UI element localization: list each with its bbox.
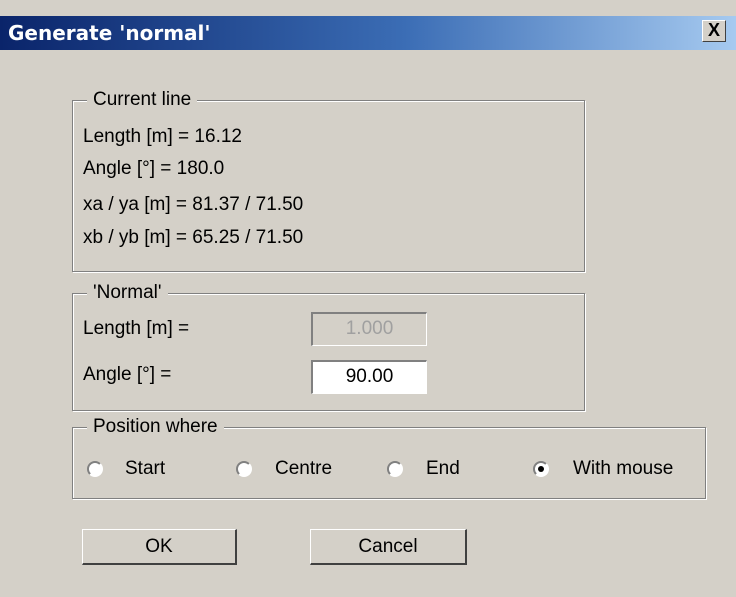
ok-button[interactable]: OK (82, 529, 237, 565)
radio-start-circle[interactable] (87, 461, 103, 477)
position-legend: Position where (87, 416, 224, 438)
current-line-length: Length [m] = 16.12 (83, 126, 242, 147)
radio-with-mouse-label[interactable]: With mouse (573, 458, 673, 480)
title-bar[interactable]: Generate 'normal' X (0, 16, 736, 50)
radio-end-circle[interactable] (387, 461, 403, 477)
radio-with-mouse-circle[interactable] (533, 461, 549, 477)
normal-length-label: Length [m] = (83, 318, 190, 339)
current-line-group: Current line Length [m] = 16.12 Angle [°… (72, 89, 585, 272)
normal-angle-input[interactable]: 90.00 (311, 360, 427, 394)
current-line-start-coords: xa / ya [m] = 81.37 / 71.50 (83, 194, 304, 215)
cancel-button[interactable]: Cancel (310, 529, 467, 565)
position-group: Position where Start Centre End With mou… (72, 416, 706, 499)
radio-end-label[interactable]: End (426, 458, 460, 480)
current-line-legend: Current line (87, 89, 198, 111)
close-button[interactable]: X (702, 20, 726, 42)
normal-angle-label: Angle [°] = (83, 364, 172, 385)
current-line-angle: Angle [°] = 180.0 (83, 158, 225, 179)
normal-legend: 'Normal' (87, 282, 168, 304)
radio-centre-label[interactable]: Centre (275, 458, 332, 480)
radio-selected-dot (538, 466, 544, 472)
normal-group: 'Normal' Length [m] = 1.000 Angle [°] = … (72, 282, 585, 411)
normal-length-input: 1.000 (311, 312, 427, 346)
current-line-end-coords: xb / yb [m] = 65.25 / 71.50 (83, 227, 304, 248)
radio-start-label[interactable]: Start (125, 458, 165, 480)
radio-centre-circle[interactable] (236, 461, 252, 477)
window-title: Generate 'normal' (8, 21, 211, 45)
